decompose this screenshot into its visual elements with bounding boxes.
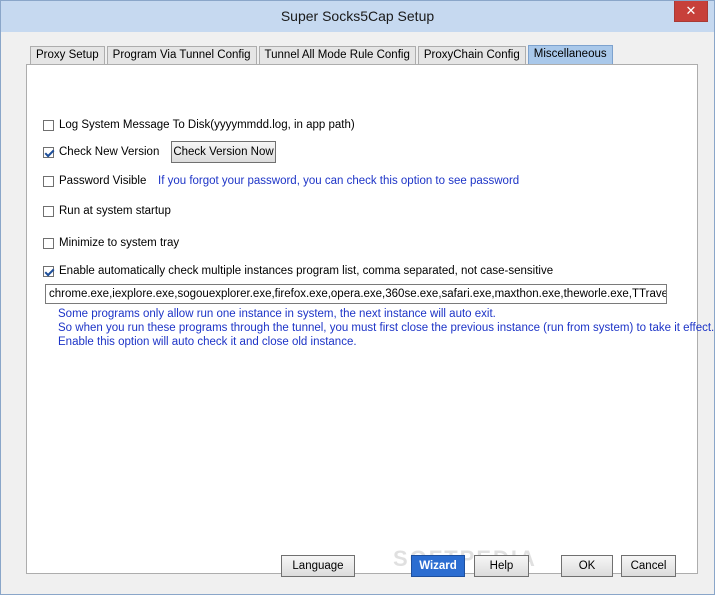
minimize-to-tray-option[interactable]: Minimize to system tray <box>43 235 179 251</box>
title-bar[interactable]: Super Socks5Cap Setup ✕ <box>1 1 714 32</box>
ok-button[interactable]: OK <box>561 555 613 577</box>
tab-program-via-tunnel-config[interactable]: Program Via Tunnel Config <box>106 46 257 65</box>
multi-instance-note-3: Enable this option will auto check it an… <box>58 336 357 348</box>
cancel-button[interactable]: Cancel <box>621 555 676 577</box>
tab-proxy-setup[interactable]: Proxy Setup <box>30 46 105 65</box>
run-at-startup-checkbox[interactable] <box>43 205 54 217</box>
tab-tunnel-all-mode-rule-config[interactable]: Tunnel All Mode Rule Config <box>258 46 416 65</box>
close-button[interactable]: ✕ <box>674 1 708 22</box>
setup-window: Super Socks5Cap Setup ✕ Proxy Setup Prog… <box>0 0 715 595</box>
multi-instance-option[interactable]: Enable automatically check multiple inst… <box>43 263 553 279</box>
tab-strip: Proxy Setup Program Via Tunnel Config Tu… <box>30 45 615 65</box>
check-new-version-option[interactable]: Check New Version <box>43 144 159 160</box>
language-button[interactable]: Language <box>281 555 355 577</box>
password-visible-label: Password Visible <box>59 175 147 187</box>
multi-instance-label: Enable automatically check multiple inst… <box>59 265 554 277</box>
minimize-to-tray-label: Minimize to system tray <box>59 237 180 249</box>
run-at-startup-label: Run at system startup <box>59 205 171 217</box>
tab-miscellaneous[interactable]: Miscellaneous <box>527 45 613 65</box>
check-new-version-checkbox[interactable] <box>43 146 54 158</box>
tab-proxychain-config[interactable]: ProxyChain Config <box>417 46 526 65</box>
dialog-body: Proxy Setup Program Via Tunnel Config Tu… <box>8 32 714 589</box>
check-version-now-button[interactable]: Check Version Now <box>171 141 276 163</box>
window-title: Super Socks5Cap Setup <box>280 8 435 24</box>
minimize-to-tray-checkbox[interactable] <box>43 237 54 249</box>
log-to-disk-label: Log System Message To Disk(yyyymmdd.log,… <box>59 119 355 131</box>
wizard-button[interactable]: Wizard <box>411 555 465 577</box>
log-to-disk-option[interactable]: Log System Message To Disk(yyyymmdd.log,… <box>43 117 355 133</box>
password-hint-text: If you forgot your password, you can che… <box>158 175 520 187</box>
help-button[interactable]: Help <box>474 555 529 577</box>
password-visible-checkbox[interactable] <box>43 175 54 187</box>
close-icon: ✕ <box>685 3 697 18</box>
password-hint: If you forgot your password, you can che… <box>158 173 519 189</box>
program-list-input[interactable]: chrome.exe,iexplore.exe,sogouexplorer.ex… <box>45 284 667 304</box>
check-new-version-label: Check New Version <box>59 146 160 158</box>
password-visible-option[interactable]: Password Visible <box>43 173 146 189</box>
log-to-disk-checkbox[interactable] <box>43 119 54 131</box>
multi-instance-note-1: Some programs only allow run one instanc… <box>58 308 496 320</box>
run-at-startup-option[interactable]: Run at system startup <box>43 203 171 219</box>
multi-instance-checkbox[interactable] <box>43 265 54 277</box>
miscellaneous-panel: Log System Message To Disk(yyyymmdd.log,… <box>26 64 714 574</box>
multi-instance-note-2: So when you run these programs through t… <box>58 322 715 334</box>
